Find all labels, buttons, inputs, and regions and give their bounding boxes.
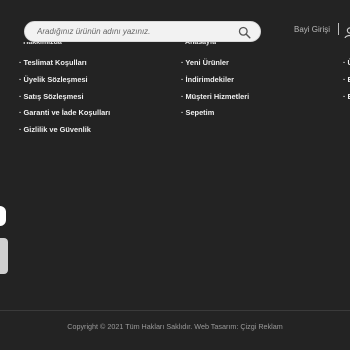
footer-link-home[interactable]: · Anasayfa bbox=[181, 42, 216, 47]
footer-link-new-products[interactable]: · Yeni Ürünler bbox=[181, 58, 249, 75]
footer-column-account: · Ü · E · E bbox=[343, 58, 350, 108]
footer-link-membership-agreement[interactable]: · Üyelik Sözleşmesi bbox=[19, 75, 110, 92]
footer-link-label[interactable]: · E bbox=[343, 75, 350, 84]
footer-link-privacy-security[interactable]: · Gizlilik ve Güvenlik bbox=[19, 125, 110, 142]
floating-side-button[interactable] bbox=[0, 206, 6, 226]
footer-link-cut-1[interactable]: · Ü bbox=[343, 58, 350, 75]
footer-link-label[interactable]: · Müşteri Hizmetleri bbox=[181, 92, 249, 101]
footer-link-label[interactable]: · Ü bbox=[343, 58, 350, 67]
footer-link-label[interactable]: · İndirimdekiler bbox=[181, 75, 234, 84]
footer-link-label[interactable]: · Üyelik Sözleşmesi bbox=[19, 75, 88, 84]
footer-link-label[interactable]: · Yeni Ürünler bbox=[181, 58, 229, 67]
footer-link-cut-2[interactable]: · E bbox=[343, 75, 350, 92]
footer-link-cut-3[interactable]: · E bbox=[343, 92, 350, 109]
footer-link-label[interactable]: · Sepetim bbox=[181, 108, 214, 117]
header-divider bbox=[338, 23, 339, 35]
page: Bayi Girişi · Hakkımızda · Anasayfa · Te… bbox=[0, 0, 350, 350]
search-icon[interactable] bbox=[238, 26, 251, 39]
search-bar[interactable] bbox=[24, 21, 261, 42]
footer-link-delivery-terms[interactable]: · Teslimat Koşulları bbox=[19, 58, 110, 75]
footer-link-label[interactable]: · Teslimat Koşulları bbox=[19, 58, 87, 67]
footer-link-customer-service[interactable]: · Müşteri Hizmetleri bbox=[181, 92, 249, 109]
user-icon[interactable] bbox=[344, 26, 350, 38]
dealer-login-link[interactable]: Bayi Girişi bbox=[294, 25, 330, 34]
floating-side-panel-tab[interactable] bbox=[0, 238, 8, 274]
footer-link-sales-agreement[interactable]: · Satış Sözleşmesi bbox=[19, 92, 110, 109]
footer-link-label[interactable]: · Garanti ve İade Koşulları bbox=[19, 108, 110, 117]
search-input[interactable] bbox=[37, 22, 237, 41]
footer-column-corporate: · Teslimat Koşulları · Üyelik Sözleşmesi… bbox=[19, 58, 110, 142]
footer-link-warranty-return[interactable]: · Garanti ve İade Koşulları bbox=[19, 108, 110, 125]
footer-link-discounts[interactable]: · İndirimdekiler bbox=[181, 75, 249, 92]
footer-link-about[interactable]: · Hakkımızda bbox=[19, 42, 62, 47]
footer-divider bbox=[0, 310, 350, 311]
footer-link-label[interactable]: · Satış Sözleşmesi bbox=[19, 92, 84, 101]
footer-link-label[interactable]: · E bbox=[343, 92, 350, 101]
footer-link-cart[interactable]: · Sepetim bbox=[181, 108, 249, 125]
copyright-text: Copyright © 2021 Tüm Hakları Saklıdır. W… bbox=[67, 322, 283, 331]
footer-link-label[interactable]: · Gizlilik ve Güvenlik bbox=[19, 125, 91, 134]
footer-column-shopping: · Yeni Ürünler · İndirimdekiler · Müşter… bbox=[181, 58, 249, 125]
